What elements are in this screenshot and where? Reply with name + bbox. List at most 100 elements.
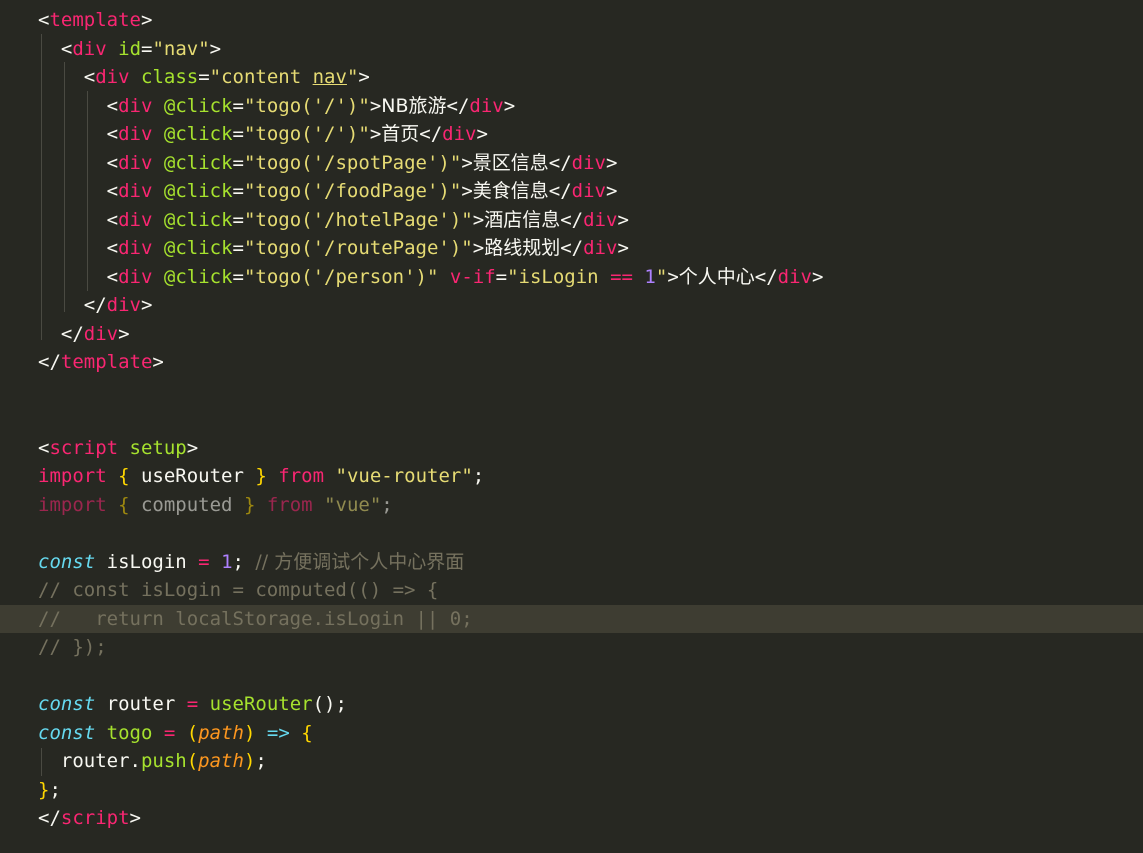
code-token: 1 xyxy=(221,550,233,573)
code-token: div xyxy=(571,151,606,174)
code-token: script xyxy=(60,807,130,829)
code-line[interactable]: // }); xyxy=(38,633,107,662)
code-line[interactable]: router.push(path); xyxy=(38,747,267,776)
code-line[interactable]: import { computed } from "vue"; xyxy=(38,491,393,520)
code-token: 个人中心 xyxy=(678,265,755,288)
code-token: = xyxy=(232,180,244,202)
code-line[interactable]: const isLogin = 1; // 方便调试个人中心界面 xyxy=(38,548,464,577)
code-line[interactable]: <div @click="togo('/')">NB旅游</div> xyxy=(38,92,516,121)
code-token: script xyxy=(49,436,119,459)
code-token: = xyxy=(163,721,176,744)
code-line[interactable]: }; xyxy=(38,776,61,805)
code-token: "vue" xyxy=(324,493,382,516)
code-token: > xyxy=(140,9,153,31)
code-line[interactable]: <div class="content nav"> xyxy=(38,63,370,92)
code-token: div xyxy=(95,66,130,88)
code-line[interactable]: </template> xyxy=(38,348,164,377)
code-token: ( xyxy=(186,721,199,744)
code-token: = xyxy=(141,37,153,60)
code-token: setup xyxy=(129,436,187,459)
code-token: ; xyxy=(232,550,256,573)
code-line[interactable]: <template> xyxy=(38,6,152,35)
code-token: "isLogin xyxy=(507,265,611,288)
code-token: = xyxy=(186,693,199,715)
code-token: "togo('/spotPage')" xyxy=(243,151,462,174)
code-line[interactable]: // return localStorage.isLogin || 0; xyxy=(0,604,1143,634)
code-token: path xyxy=(198,721,244,744)
code-token: 景区信息 xyxy=(472,151,549,174)
code-token: </ xyxy=(83,294,107,316)
code-token: ) xyxy=(244,721,256,744)
code-line[interactable]: <script setup> xyxy=(38,434,198,463)
code-token: = xyxy=(232,151,244,174)
code-token: div xyxy=(583,237,618,259)
code-token: < xyxy=(106,237,119,259)
code-token: "vue-router" xyxy=(335,465,473,487)
code-line[interactable]: <div @click="togo('/person')" v-if="isLo… xyxy=(38,263,824,292)
code-line[interactable]: <div id="nav"> xyxy=(38,35,221,64)
code-line[interactable]: <div @click="togo('/foodPage')">美食信息</di… xyxy=(38,177,618,206)
code-line[interactable]: import { useRouter } from "vue-router"; xyxy=(38,462,484,491)
code-token: < xyxy=(83,66,96,88)
code-token: < xyxy=(38,9,50,31)
code-line[interactable]: const togo = (path) => { xyxy=(38,719,313,748)
code-token: > xyxy=(617,208,629,231)
code-token: > xyxy=(369,123,382,145)
code-token: > xyxy=(461,180,473,202)
code-token: const xyxy=(38,721,96,744)
code-token: > xyxy=(209,37,222,60)
code-token: </ xyxy=(560,237,584,259)
code-token: > xyxy=(476,123,488,145)
code-token: > xyxy=(358,66,370,88)
code-token: > xyxy=(812,265,824,288)
code-token: router. xyxy=(38,750,141,772)
code-token: // }); xyxy=(38,636,107,658)
code-token: v-if xyxy=(449,265,496,288)
code-line[interactable]: </div> xyxy=(38,320,130,349)
code-token: div xyxy=(583,208,618,231)
code-token: @click xyxy=(163,123,233,145)
code-line[interactable]: </script> xyxy=(38,804,141,833)
code-token: div xyxy=(72,37,107,60)
code-token: div xyxy=(118,208,153,231)
code-token: < xyxy=(106,180,119,202)
code-token: const xyxy=(38,693,96,715)
code-token: template xyxy=(49,9,141,31)
code-token: div xyxy=(571,180,606,202)
code-token: { xyxy=(118,465,130,487)
code-editor[interactable]: <template> <div id="nav"> <div class="co… xyxy=(0,0,1143,853)
code-token: ; xyxy=(472,465,485,487)
code-line[interactable]: </div> xyxy=(38,291,153,320)
code-token: NB旅游 xyxy=(381,94,447,117)
code-token: == xyxy=(610,265,633,288)
code-token: div xyxy=(106,294,141,316)
code-line[interactable]: <div @click="togo('/routePage')">路线规划</d… xyxy=(38,234,629,263)
code-line[interactable]: <div @click="togo('/')">首页</div> xyxy=(38,120,488,149)
code-line[interactable]: <div @click="togo('/hotelPage')">酒店信息</d… xyxy=(38,206,629,235)
code-token: > xyxy=(503,94,516,117)
code-line[interactable]: <div @click="togo('/spotPage')">景区信息</di… xyxy=(38,149,618,178)
code-line[interactable]: // const isLogin = computed(() => { xyxy=(38,576,438,605)
code-token: > xyxy=(118,322,130,345)
code-token: @click xyxy=(163,237,233,259)
code-line[interactable]: const router = useRouter(); xyxy=(38,690,347,719)
